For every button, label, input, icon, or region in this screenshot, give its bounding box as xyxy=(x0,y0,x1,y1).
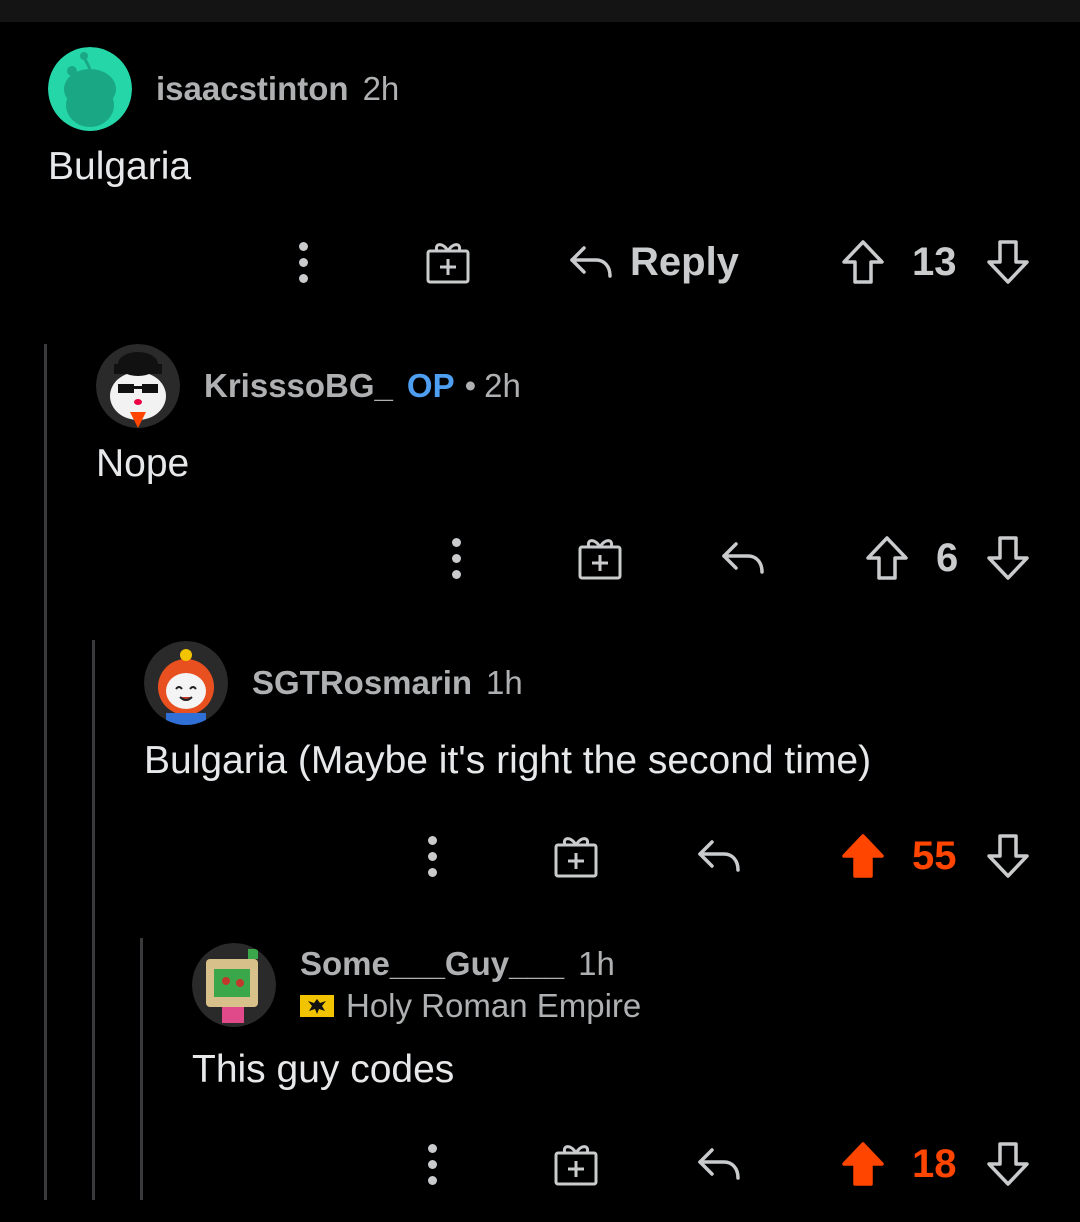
avatar[interactable] xyxy=(96,344,180,428)
reply-arrow-icon xyxy=(698,840,740,872)
separator-dot: • xyxy=(464,367,477,404)
upvote-arrow-icon xyxy=(866,536,908,580)
comment-meta: KrisssoBG_ OP • 2h xyxy=(204,366,521,406)
reply-label: Reply xyxy=(630,239,739,284)
more-options-icon xyxy=(450,528,462,588)
downvote-button[interactable] xyxy=(985,1134,1031,1194)
timestamp: 2h xyxy=(484,367,521,404)
more-options-button[interactable] xyxy=(450,528,462,588)
upvote-button[interactable] xyxy=(840,826,886,886)
avatar[interactable] xyxy=(192,943,276,1027)
award-button[interactable] xyxy=(577,528,623,588)
user-flair: Holy Roman Empire xyxy=(300,986,641,1026)
downvote-button[interactable] xyxy=(985,826,1031,886)
upvote-arrow-icon xyxy=(842,1142,884,1186)
more-options-button[interactable] xyxy=(426,1134,438,1194)
comment-body: Nope xyxy=(96,442,190,485)
comment-body: Bulgaria xyxy=(48,145,192,188)
comment-meta: SGTRosmarin 1h xyxy=(252,663,523,703)
avatar[interactable] xyxy=(144,641,228,725)
score-value: 18 xyxy=(912,1141,957,1186)
more-options-button[interactable] xyxy=(297,232,309,292)
more-options-icon xyxy=(297,232,309,292)
award-button[interactable] xyxy=(553,826,599,886)
username[interactable]: isaacstinton xyxy=(156,69,349,109)
reply-button[interactable] xyxy=(696,1134,742,1194)
timestamp: 1h xyxy=(578,945,615,982)
award-gift-icon xyxy=(554,837,598,878)
username[interactable]: SGTRosmarin xyxy=(252,663,472,703)
reply-arrow-icon xyxy=(698,1148,740,1180)
award-gift-icon xyxy=(578,539,622,580)
downvote-button[interactable] xyxy=(985,528,1031,588)
flair-eagle-icon xyxy=(300,995,334,1017)
award-button[interactable] xyxy=(553,1134,599,1194)
reply-arrow-icon xyxy=(570,246,612,278)
reply-button[interactable]: Reply xyxy=(568,232,739,292)
more-options-button[interactable] xyxy=(426,826,438,886)
timestamp: 2h xyxy=(362,70,400,107)
score: 18 xyxy=(912,1134,957,1194)
comment-actions: 55 xyxy=(0,826,1080,886)
comment-meta: Some___Guy___ 1h Holy Roman Empire xyxy=(300,944,641,1026)
score-value: 55 xyxy=(912,833,957,878)
score: 55 xyxy=(912,826,957,886)
comment-body: Bulgaria (Maybe it's right the second ti… xyxy=(144,739,872,782)
flair-text: Holy Roman Empire xyxy=(346,987,642,1024)
downvote-arrow-icon xyxy=(987,834,1029,878)
downvote-arrow-icon xyxy=(987,240,1029,284)
score: 6 xyxy=(936,528,958,588)
comment-actions: Reply 13 xyxy=(0,232,1080,292)
thread-line-level-2[interactable] xyxy=(92,640,95,1200)
more-options-icon xyxy=(426,1134,438,1194)
score-value: 13 xyxy=(912,239,957,284)
comment-meta: isaacstinton 2h xyxy=(156,69,399,109)
award-gift-icon xyxy=(426,243,470,284)
timestamp: 1h xyxy=(486,664,523,701)
upvote-button[interactable] xyxy=(840,1134,886,1194)
comment-header: isaacstinton 2h xyxy=(48,47,399,131)
award-gift-icon xyxy=(554,1145,598,1186)
username[interactable]: KrisssoBG_ xyxy=(204,366,393,406)
status-bar xyxy=(0,0,1080,22)
reply-button[interactable] xyxy=(720,528,766,588)
downvote-button[interactable] xyxy=(985,232,1031,292)
upvote-arrow-icon xyxy=(842,240,884,284)
comment-body: This guy codes xyxy=(192,1048,455,1091)
award-button[interactable] xyxy=(425,232,471,292)
reply-arrow-icon xyxy=(722,542,764,574)
downvote-arrow-icon xyxy=(987,536,1029,580)
comment-header: KrisssoBG_ OP • 2h xyxy=(96,344,521,428)
comment-header: Some___Guy___ 1h Holy Roman Empire xyxy=(192,943,641,1027)
thread-line-level-1[interactable] xyxy=(44,344,47,1200)
avatar[interactable] xyxy=(48,47,132,131)
more-options-icon xyxy=(426,826,438,886)
upvote-button[interactable] xyxy=(864,528,910,588)
upvote-button[interactable] xyxy=(840,232,886,292)
score: 13 xyxy=(912,232,957,292)
comment-header: SGTRosmarin 1h xyxy=(144,641,523,725)
reply-button[interactable] xyxy=(696,826,742,886)
username[interactable]: Some___Guy___ xyxy=(300,944,564,984)
downvote-arrow-icon xyxy=(987,1142,1029,1186)
comment-actions: 6 xyxy=(0,528,1080,588)
score-value: 6 xyxy=(936,535,959,580)
comment-actions: 18 xyxy=(0,1134,1080,1194)
op-badge: OP xyxy=(406,367,455,404)
upvote-arrow-icon xyxy=(842,834,884,878)
